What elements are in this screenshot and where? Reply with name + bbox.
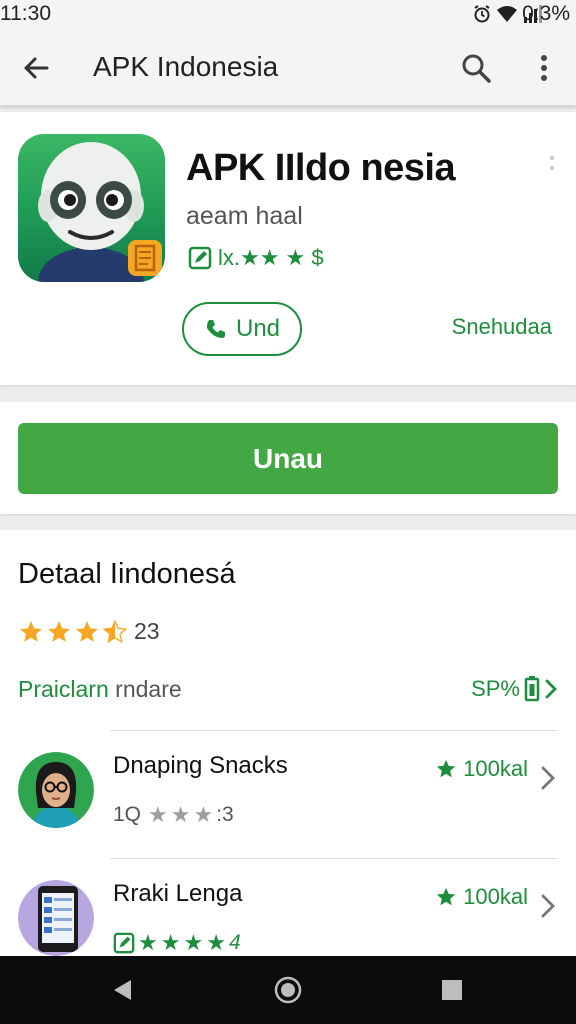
- battery-badge-icon: [524, 676, 540, 702]
- call-pill-button[interactable]: Und: [182, 302, 302, 356]
- preview-link[interactable]: SP%: [471, 676, 558, 702]
- chevron-right-icon[interactable]: [538, 892, 558, 920]
- navigation-bar: [0, 956, 576, 1024]
- star-icon: ★: [148, 802, 168, 827]
- app-icon[interactable]: [18, 134, 165, 282]
- app-rating-text: lx.★★ ★ $: [218, 245, 324, 270]
- preview-label-main: Praiclarn: [18, 676, 116, 702]
- preview-link-text: SP%: [471, 676, 520, 701]
- star-icon: ★: [206, 930, 226, 955]
- search-icon: [462, 54, 491, 83]
- preview-label-dim: rndare: [115, 676, 182, 702]
- schedule-link[interactable]: Snehudaa: [452, 314, 552, 340]
- details-rating: 23: [18, 618, 160, 645]
- details-rating-value: 23: [134, 618, 160, 644]
- wifi-icon: [497, 6, 517, 22]
- chevron-right-icon[interactable]: [538, 764, 558, 792]
- list-item-score-text: 100kal: [463, 756, 528, 781]
- list-item-meta-suffix: :3: [216, 803, 234, 826]
- avatar: [18, 880, 94, 956]
- list-item-meta: ★ ★ ★ ★ 4: [113, 930, 241, 956]
- edit-badge-icon: [188, 246, 212, 270]
- list-item-score: 100kal: [435, 884, 528, 910]
- list-item-score: 100kal: [435, 756, 528, 782]
- star-icon: ★: [160, 930, 181, 955]
- install-button[interactable]: Unau: [18, 423, 558, 494]
- toolbar-title: APK Indonesia: [93, 51, 279, 82]
- star-half-icon: [102, 619, 128, 643]
- more-options-button[interactable]: [524, 46, 564, 90]
- alarm-icon: [474, 5, 490, 23]
- edit-badge-icon: [113, 932, 135, 954]
- details-title: Detaal Iindonesá: [18, 558, 236, 590]
- app-overflow-icon[interactable]: [548, 154, 556, 178]
- app-toolbar: APK Indonesia: [0, 28, 576, 106]
- avatar: [18, 752, 94, 828]
- app-rating-row: lx.★★ ★ $: [188, 245, 324, 271]
- list-item-title: Rraki Lenga: [113, 880, 243, 907]
- list-item[interactable]: Dnaping Snacks 1Q ★ ★ ★ :3 100kal: [0, 752, 576, 862]
- search-button[interactable]: [454, 46, 498, 90]
- list-item-score-text: 100kal: [463, 884, 528, 909]
- more-vert-icon: [541, 55, 547, 81]
- star-icon: ★: [183, 930, 204, 955]
- back-button[interactable]: [14, 46, 58, 90]
- divider: [110, 858, 558, 859]
- preview-label: Praiclarn rndare: [18, 676, 182, 703]
- circle-home-icon: [274, 976, 302, 1004]
- nav-recents-button[interactable]: [430, 970, 474, 1010]
- star-icon: [436, 887, 456, 906]
- star-icon: [436, 759, 456, 778]
- list-item-meta-prefix: 1Q: [113, 803, 142, 826]
- back-arrow-icon: [24, 57, 49, 79]
- battery-percent: 0:3%: [522, 2, 570, 25]
- star-icon: [76, 620, 98, 642]
- phone-icon: [206, 320, 225, 338]
- install-button-label: Unau: [253, 442, 323, 474]
- list-item-meta: 1Q ★ ★ ★ :3: [113, 802, 234, 828]
- list-item-title: Dnaping Snacks: [113, 752, 288, 779]
- pill-button-label: Und: [235, 315, 281, 342]
- status-time: 11:30: [0, 2, 51, 25]
- square-recents-icon: [442, 980, 462, 1000]
- star-icon: [20, 620, 42, 642]
- app-header-card: APK IIldo nesia aeam haal lx.★★ ★ $ Und …: [0, 112, 576, 385]
- app-name: APK IIldo nesia: [186, 147, 456, 189]
- divider: [110, 730, 558, 731]
- star-icon: ★: [138, 930, 158, 955]
- status-bar: 11:30 0:3%: [0, 0, 576, 28]
- nav-home-button[interactable]: [266, 970, 310, 1010]
- details-card: Detaal Iindonesá 23 Praiclarn rndare SP%: [0, 530, 576, 960]
- list-item-meta-suffix: 4: [228, 931, 241, 954]
- star-icon: ★: [193, 802, 214, 827]
- star-icon: ★: [170, 802, 191, 827]
- alien-mascot-icon: [38, 142, 162, 282]
- developer-name[interactable]: aeam haal: [186, 202, 303, 231]
- triangle-back-icon: [114, 980, 131, 1000]
- person-avatar-icon: [18, 752, 94, 828]
- nav-back-button[interactable]: [100, 970, 144, 1010]
- chevron-right-icon: [545, 679, 557, 699]
- install-card: Unau: [0, 402, 576, 514]
- star-icon: [48, 620, 70, 642]
- phone-device-icon: [18, 880, 94, 956]
